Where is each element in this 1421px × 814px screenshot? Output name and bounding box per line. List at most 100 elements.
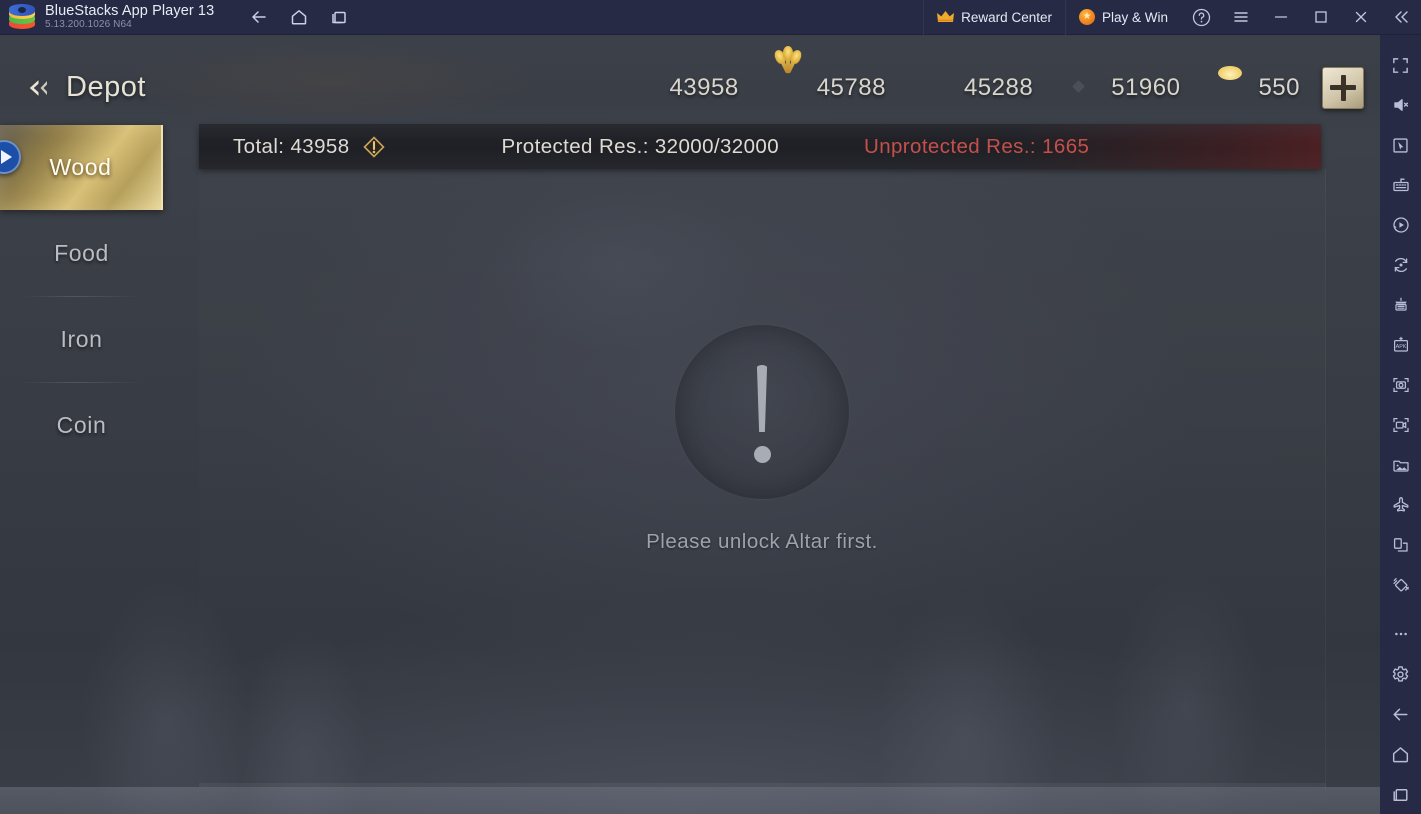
arrow-left-icon: [252, 11, 266, 23]
app-title: BlueStacks App Player 13: [45, 3, 215, 19]
page-title: Depot: [66, 71, 146, 103]
media-manager-button[interactable]: [1380, 445, 1421, 485]
resource-wood[interactable]: 43958: [607, 73, 754, 103]
mute-button[interactable]: [1380, 85, 1421, 125]
titlebar-home-button[interactable]: [282, 2, 316, 32]
game-guide-button[interactable]: [1380, 285, 1421, 325]
play-and-win-button[interactable]: ★ Play & Win: [1064, 0, 1181, 35]
empty-state-message: Please unlock Altar first.: [646, 530, 878, 553]
apk-install-icon: APK: [1393, 336, 1408, 352]
minimize-icon: [1274, 16, 1288, 18]
resource-coin[interactable]: 51960: [1049, 73, 1196, 103]
sync-rotate-icon: [1394, 257, 1407, 273]
main-menu-button[interactable]: [1221, 0, 1261, 35]
shake-button[interactable]: [1380, 565, 1421, 605]
screenshot-button[interactable]: [1380, 365, 1421, 405]
depot-back-button[interactable]: Depot: [22, 71, 146, 104]
minimize-button[interactable]: [1261, 0, 1301, 35]
play-triangle-icon: [0, 150, 12, 164]
sidebar-item-food[interactable]: Food: [0, 211, 163, 296]
recents-icon: [332, 11, 346, 24]
collapse-sidebar-button[interactable]: [1381, 0, 1421, 35]
media-gallery-icon: [1392, 460, 1409, 472]
game-viewport[interactable]: Depot 43958 45788 45288 51960 550 Wood F…: [0, 35, 1380, 814]
game-bottom-strip: [0, 787, 1380, 814]
sidebar-item-coin-label: Coin: [56, 412, 107, 438]
install-apk-button[interactable]: APK: [1380, 325, 1421, 365]
android-recents-button[interactable]: [1380, 774, 1421, 814]
game-top-bar: Depot 43958 45788 45288 51960 550: [0, 35, 1380, 140]
resource-food[interactable]: 45788: [755, 45, 902, 103]
sidebar-item-iron[interactable]: Iron: [0, 297, 163, 382]
help-circle-icon: [1192, 8, 1210, 26]
ellipsis-icon: [1394, 632, 1407, 636]
sidebar-item-iron-label: Iron: [60, 326, 103, 352]
multi-instance-icon: [1393, 538, 1408, 552]
depot-content: Please unlock Altar first.: [199, 169, 1326, 789]
keyboard-controls-button[interactable]: [1380, 165, 1421, 205]
resource-list: 43958 45788 45288 51960 550: [607, 45, 1364, 109]
record-screen-button[interactable]: [1380, 405, 1421, 445]
macro-record-icon: [1392, 217, 1409, 233]
resource-coin-value: 51960: [1111, 73, 1181, 101]
plus-icon: [1330, 74, 1356, 101]
macro-recorder-button[interactable]: [1380, 205, 1421, 245]
maximize-button[interactable]: [1301, 0, 1341, 35]
fullscreen-icon: [1393, 57, 1408, 73]
gear-icon: [1392, 665, 1409, 682]
resource-iron-value: 45288: [963, 73, 1034, 101]
multi-instance-button[interactable]: [1380, 525, 1421, 565]
sidebar-item-wood-label: Wood: [49, 154, 112, 180]
title-bar: BlueStacks App Player 13 5.13.200.1026 N…: [0, 0, 1421, 35]
reward-center-button[interactable]: Reward Center: [923, 0, 1065, 35]
titlebar-back-button[interactable]: [242, 2, 276, 32]
resource-food-value: 45788: [816, 73, 886, 101]
chevron-double-left-icon: [1395, 11, 1408, 23]
hamburger-menu-icon: [1234, 12, 1248, 22]
close-button[interactable]: [1341, 0, 1381, 35]
game-controls-icon: [1394, 297, 1407, 311]
game-controls-button[interactable]: [1380, 125, 1421, 165]
airplane-mode-button[interactable]: [1380, 485, 1421, 525]
sidebar-item-food-label: Food: [54, 240, 109, 266]
more-button[interactable]: [1380, 614, 1421, 654]
help-button[interactable]: [1181, 0, 1221, 35]
wood-log-icon: [623, 73, 657, 103]
add-resource-button[interactable]: [1322, 66, 1364, 109]
exclamation-circle-icon: [674, 324, 850, 500]
speaker-mute-icon: [1393, 99, 1408, 111]
double-chevron-left-icon: [22, 73, 52, 103]
bluestacks-window: BlueStacks App Player 13 5.13.200.1026 N…: [0, 0, 1421, 814]
app-version: 5.13.200.1026 N64: [45, 19, 132, 30]
android-back-button[interactable]: [1380, 694, 1421, 734]
empty-state: Please unlock Altar first.: [199, 324, 1325, 554]
close-icon: [1355, 11, 1367, 23]
titlebar-recents-button[interactable]: [322, 2, 356, 32]
shake-tilt-icon: [1392, 578, 1409, 592]
panel-bottom-edge: [199, 783, 1326, 787]
android-home-button[interactable]: [1380, 734, 1421, 774]
sync-operations-button[interactable]: [1380, 245, 1421, 285]
fullscreen-button[interactable]: [1380, 45, 1421, 85]
sidebar-item-wood[interactable]: Wood: [0, 125, 163, 210]
resource-gold[interactable]: 550: [1196, 73, 1316, 103]
sidebar-item-coin[interactable]: Coin: [0, 383, 163, 468]
arrow-left-icon: [1393, 708, 1408, 720]
wheat-icon: [771, 45, 805, 103]
window-nav-buttons: [242, 2, 356, 32]
keyboard-icon: [1392, 178, 1409, 192]
resource-iron[interactable]: 45288: [902, 73, 1049, 103]
crown-icon: [937, 10, 955, 24]
camera-icon: [1392, 377, 1409, 393]
gold-ingot-icon: [1212, 73, 1246, 103]
play-and-win-label: Play & Win: [1101, 9, 1168, 25]
star-badge-icon: ★: [1078, 9, 1095, 25]
recents-icon: [1393, 788, 1408, 801]
home-icon: [292, 10, 307, 25]
depot-tab-list: Wood Food Iron Coin: [0, 125, 163, 468]
svg-text:APK: APK: [1395, 344, 1406, 350]
cursor-pointer-icon: [1393, 137, 1408, 153]
resource-gold-value: 550: [1258, 73, 1300, 101]
settings-button[interactable]: [1380, 654, 1421, 694]
resource-wood-value: 43958: [669, 73, 739, 101]
